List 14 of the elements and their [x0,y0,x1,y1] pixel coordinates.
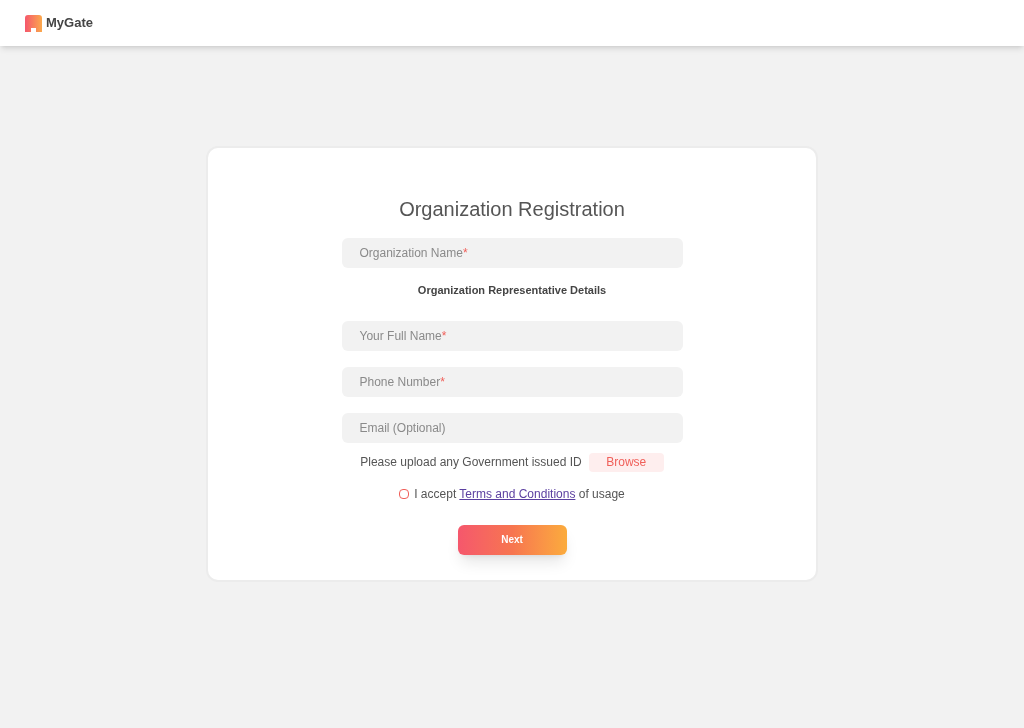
brand-name: MyGate [46,14,93,33]
section-title: Organization Representative Details [417,283,607,298]
form-title: Organization Registration [399,197,625,222]
next-button[interactable]: Next [457,524,567,555]
logo-icon [25,14,42,32]
terms-link[interactable]: Terms and Conditions [459,486,576,501]
input-field[interactable]: Your Full Name* [341,320,683,351]
terms-checkbox[interactable] [399,488,410,499]
input-field[interactable]: Email (Optional) [341,412,683,443]
terms-text: I accept Terms and Conditions of usage [414,485,625,503]
input-field[interactable]: Phone Number* [341,366,683,397]
upload-label: Please upload any Government issued ID [360,454,582,471]
input-field[interactable]: Organization Name* [341,238,683,268]
browse-button[interactable]: Browse [588,452,664,472]
